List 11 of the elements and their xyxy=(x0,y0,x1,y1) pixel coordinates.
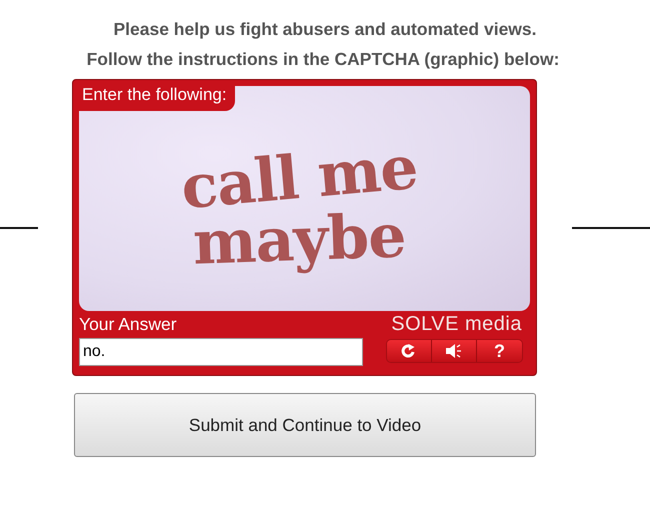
audio-button[interactable] xyxy=(432,340,477,362)
refresh-icon xyxy=(401,344,417,358)
instruction-text: Please help us fight abusers and automated views. xyxy=(113,19,537,40)
refresh-button[interactable] xyxy=(387,340,432,362)
submit-button[interactable]: Submit and Continue to Video xyxy=(74,393,536,457)
logo-text: SOLVE media xyxy=(391,312,522,336)
instruction-text: Follow the instructions in the CAPTCHA (graphic) below: xyxy=(86,49,560,70)
answer-field[interactable]: no. xyxy=(79,338,363,366)
answer-label: Your Answer xyxy=(79,313,177,336)
help-button[interactable]: ? xyxy=(477,340,522,362)
speaker-icon xyxy=(445,343,463,359)
